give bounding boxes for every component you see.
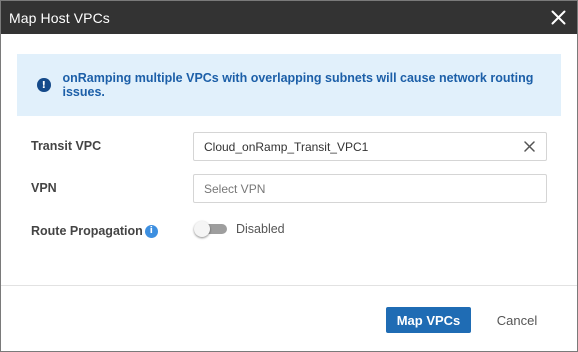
map-host-vpcs-dialog: Map Host VPCs ! onRamping multiple VPCs … [0, 0, 578, 352]
info-icon: ! [37, 78, 51, 92]
toggle-state-label: Disabled [236, 222, 285, 236]
transit-vpc-select[interactable]: Cloud_onRamp_Transit_VPC1 [193, 132, 547, 161]
map-vpcs-button[interactable]: Map VPCs [386, 307, 471, 333]
route-propagation-label: Route Propagation [31, 224, 143, 238]
dialog-titlebar: Map Host VPCs [1, 1, 577, 34]
warning-message: onRamping multiple VPCs with overlapping… [62, 71, 534, 99]
vpn-label: VPN [31, 181, 57, 195]
vpn-select[interactable]: Select VPN [193, 174, 547, 203]
transit-vpc-value: Cloud_onRamp_Transit_VPC1 [204, 139, 369, 154]
clear-icon[interactable] [522, 140, 536, 154]
cancel-button[interactable]: Cancel [487, 307, 547, 333]
vpn-placeholder: Select VPN [204, 181, 266, 196]
route-propagation-toggle-group: Disabled [194, 221, 285, 237]
transit-vpc-label: Transit VPC [31, 139, 102, 153]
warning-banner: ! onRamping multiple VPCs with overlappi… [17, 54, 561, 116]
dialog-title: Map Host VPCs [9, 9, 110, 26]
help-icon[interactable]: i [144, 224, 158, 238]
toggle-knob [194, 221, 210, 237]
route-propagation-toggle[interactable] [194, 221, 227, 237]
footer-divider [1, 285, 577, 286]
route-propagation-label-group: Route Propagation i [31, 224, 158, 238]
close-icon[interactable] [548, 8, 568, 28]
